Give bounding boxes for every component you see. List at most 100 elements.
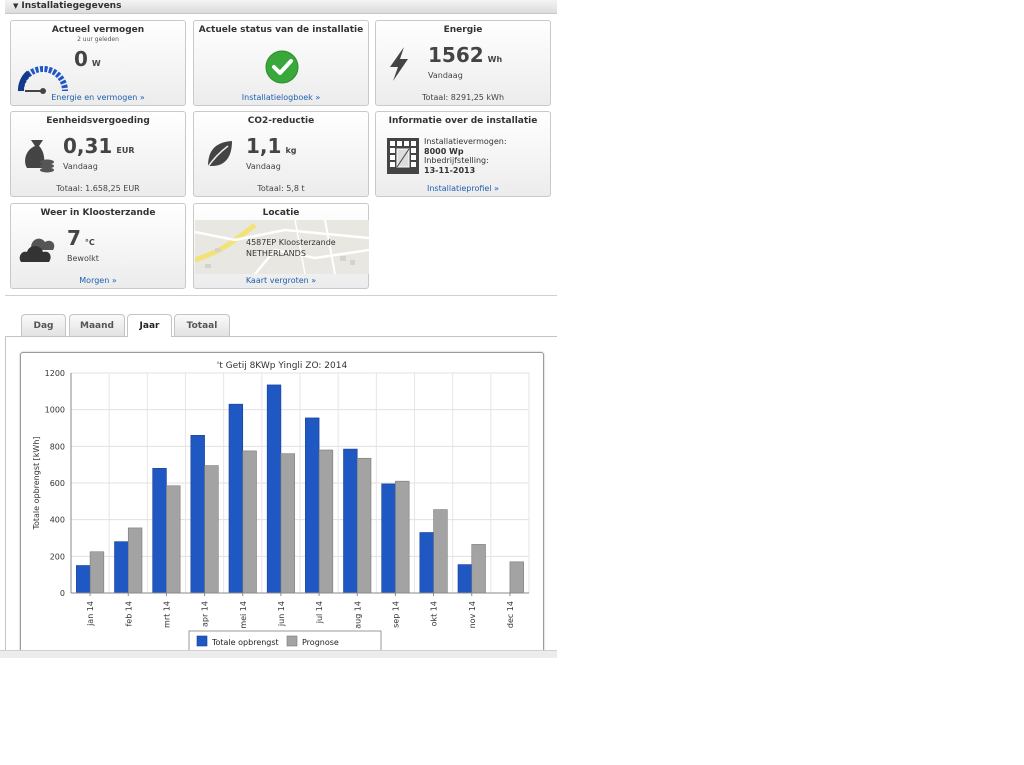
- tariff-unit: EUR: [116, 146, 135, 155]
- temperature-unit: °C: [84, 238, 95, 247]
- x-tick-label: sep 14: [391, 601, 400, 628]
- section-header[interactable]: ▼ Installatiegegevens: [5, 0, 557, 14]
- bar-totale-opbrengst: [266, 384, 282, 594]
- cloudy-icon: [19, 238, 55, 262]
- y-axis-label: Totale opbrengst [kWh]: [32, 436, 41, 530]
- bar-prognose: [127, 527, 143, 594]
- bar-totale-opbrengst: [419, 532, 434, 594]
- tile-title: Actueel vermogen: [51, 25, 145, 35]
- y-tick-label: 1000: [45, 406, 65, 415]
- capacity-value: 8000 Wp: [424, 146, 464, 156]
- y-tick-label: 400: [50, 516, 65, 525]
- tile-title: Locatie: [262, 208, 300, 218]
- solar-panel-icon: [387, 138, 419, 174]
- energy-period: Vandaag: [428, 71, 463, 80]
- current-power-value: 0: [74, 47, 88, 71]
- bar-totale-opbrengst: [228, 403, 244, 594]
- tile-title: Eenheidsvergoeding: [46, 116, 150, 126]
- y-tick-label: 1200: [45, 369, 65, 378]
- capacity-label: Installatievermogen:: [424, 137, 507, 146]
- tile-title: Weer in Kloosterzande: [40, 208, 156, 218]
- bar-prognose: [89, 551, 105, 594]
- yield-chart: 't Getij 8KWp Yingli ZO: 2014 Totale opb…: [32, 361, 530, 653]
- tab-day[interactable]: Dag: [21, 314, 66, 336]
- bar-prognose: [471, 544, 486, 594]
- temperature-value: 7: [67, 226, 81, 250]
- x-tick-label: jun 14: [277, 601, 286, 627]
- installation-profile-link[interactable]: Installatieprofiel »: [376, 184, 550, 193]
- tab-total[interactable]: Totaal: [174, 314, 230, 336]
- energy-value: 1562: [428, 43, 484, 67]
- bar-totale-opbrengst: [152, 468, 167, 594]
- bar-totale-opbrengst: [305, 417, 320, 594]
- x-tick-label: mrt 14: [162, 601, 171, 628]
- bar-totale-opbrengst: [457, 564, 473, 594]
- lightning-icon: [390, 47, 408, 81]
- bar-prognose: [395, 480, 410, 594]
- gauge-icon: [18, 66, 68, 94]
- y-tick-label: 0: [60, 589, 65, 598]
- y-tick-label: 800: [50, 442, 65, 451]
- bar-totale-opbrengst: [76, 565, 91, 594]
- tomorrow-link[interactable]: Morgen »: [11, 276, 185, 285]
- x-tick-label: dec 14: [506, 601, 515, 628]
- co2-period: Vandaag: [246, 162, 281, 171]
- co2-total: Totaal: 5,8 t: [257, 184, 305, 193]
- bar-prognose: [166, 485, 181, 594]
- x-tick-label: apr 14: [201, 601, 210, 627]
- tab-year[interactable]: Jaar: [127, 314, 172, 337]
- panel-bottom-edge: [0, 650, 557, 658]
- energy-power-link[interactable]: Energie en vermogen »: [11, 93, 185, 102]
- x-tick-label: jan 14: [86, 601, 95, 627]
- tile-title: Informatie over de installatie: [388, 116, 538, 126]
- money-bag-icon: [25, 140, 54, 173]
- bar-prognose: [204, 465, 219, 594]
- x-tick-label: jul 14: [315, 601, 324, 624]
- co2-value: 1,1: [246, 134, 282, 158]
- energy-unit: Wh: [487, 55, 503, 64]
- address-line1: 4587EP Kloosterzande: [246, 238, 336, 247]
- legend-swatch: [196, 635, 208, 647]
- tile-energy: Energie 1562 Wh Vandaag Totaal: 8291,25 k…: [375, 20, 551, 106]
- tile-subtitle: 2 uur geleden: [77, 36, 119, 43]
- x-tick-label: aug 14: [353, 601, 362, 629]
- tile-weather: Weer in Kloosterzande 7 °C Bewolkt Morgen…: [10, 203, 186, 289]
- bar-totale-opbrengst: [343, 448, 358, 594]
- tariff-period: Vandaag: [63, 162, 98, 171]
- tile-title: Energie: [443, 25, 483, 35]
- chart-container: 't Getij 8KWp Yingli ZO: 2014 Totale opb…: [20, 352, 544, 654]
- tile-co2-reduction: CO2-reductie 1,1 kg Vandaag Totaal: 5,8 t: [193, 111, 369, 197]
- y-tick-label: 200: [50, 552, 65, 561]
- tile-title: Actuele status van de installatie: [198, 25, 364, 35]
- chart-title: 't Getij 8KWp Yingli ZO: 2014: [217, 361, 348, 371]
- current-power-unit: W: [91, 59, 101, 68]
- tile-title: CO2-reductie: [247, 116, 315, 126]
- y-tick-label: 600: [50, 479, 65, 488]
- weather-condition: Bewolkt: [67, 254, 99, 263]
- section-title: Installatiegegevens: [21, 1, 122, 11]
- bar-prognose: [356, 457, 372, 594]
- installation-log-link[interactable]: Installatielogboek »: [194, 93, 368, 102]
- legend-label[interactable]: Prognose: [302, 638, 339, 647]
- legend-label[interactable]: Totale opbrengst: [211, 638, 279, 647]
- address-line2: NETHERLANDS: [246, 249, 306, 258]
- tile-installation-info: Informatie over de installatie Installat…: [375, 111, 551, 197]
- bar-prognose: [433, 509, 448, 594]
- page: ▼ Installatiegegevens Actueel vermogen 2 …: [0, 0, 557, 658]
- bar-prognose: [280, 453, 295, 594]
- bar-totale-opbrengst: [114, 541, 129, 594]
- bar-prognose: [242, 450, 257, 594]
- commissioning-value: 13-11-2013: [424, 165, 476, 175]
- collapse-triangle-icon[interactable]: ▼: [13, 2, 18, 10]
- co2-unit: kg: [285, 146, 297, 155]
- enlarge-map-link[interactable]: Kaart vergroten »: [194, 276, 368, 285]
- x-tick-label: okt 14: [430, 601, 439, 626]
- energy-total: Totaal: 8291,25 kWh: [421, 93, 505, 102]
- status-ok-icon: [265, 50, 299, 84]
- tab-month[interactable]: Maand: [69, 314, 125, 336]
- tile-location: Locatie 4587EP Kloosterzande NETHERLANDS…: [193, 203, 369, 289]
- legend-swatch: [286, 635, 298, 647]
- leaf-icon: [206, 141, 232, 169]
- commissioning-label: Inbedrijfstelling:: [424, 156, 489, 165]
- x-tick-label: mei 14: [239, 601, 248, 629]
